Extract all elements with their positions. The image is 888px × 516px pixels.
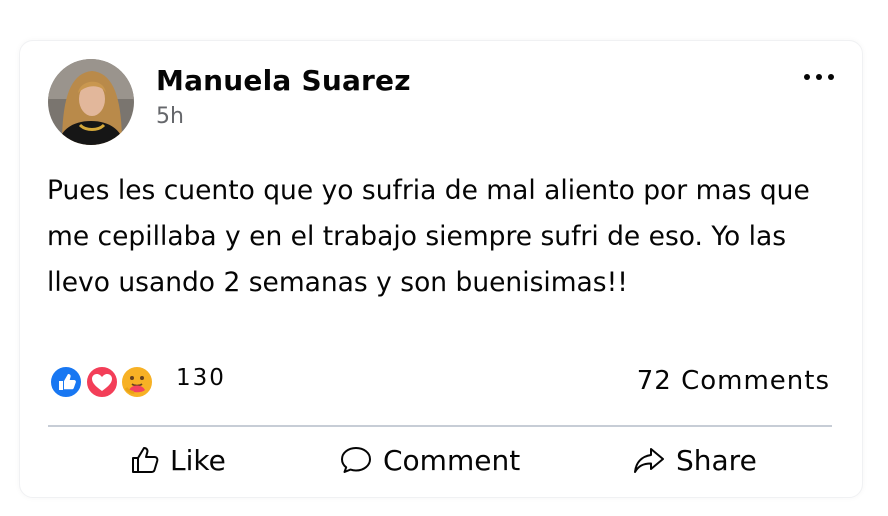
like-label: Like — [170, 443, 226, 477]
comment-bubble-icon — [341, 447, 371, 473]
comment-button[interactable]: Comment — [339, 440, 520, 480]
post-timestamp[interactable]: 5h — [156, 104, 184, 129]
divider — [48, 425, 832, 427]
share-label: Share — [676, 443, 757, 477]
love-icon — [85, 365, 119, 399]
post-text: Pues les cuento que yo sufria de mal ali… — [47, 175, 810, 298]
thumbs-up-icon — [132, 447, 159, 473]
reaction-icons[interactable] — [48, 364, 158, 400]
share-button[interactable]: Share — [632, 440, 757, 480]
comment-label: Comment — [383, 443, 521, 477]
more-dot — [828, 74, 834, 80]
comments-count[interactable]: 72 Comments — [637, 366, 830, 396]
reaction-count[interactable]: 130 — [176, 365, 226, 391]
more-options-button[interactable] — [802, 66, 836, 88]
more-dot — [816, 74, 822, 80]
like-icon — [49, 365, 83, 399]
share-arrow-icon — [634, 448, 664, 473]
author-name[interactable]: Manuela Suarez — [156, 64, 411, 97]
care-icon — [120, 365, 154, 399]
like-button[interactable]: Like — [130, 440, 226, 480]
more-dot — [804, 74, 810, 80]
avatar[interactable] — [48, 59, 134, 145]
